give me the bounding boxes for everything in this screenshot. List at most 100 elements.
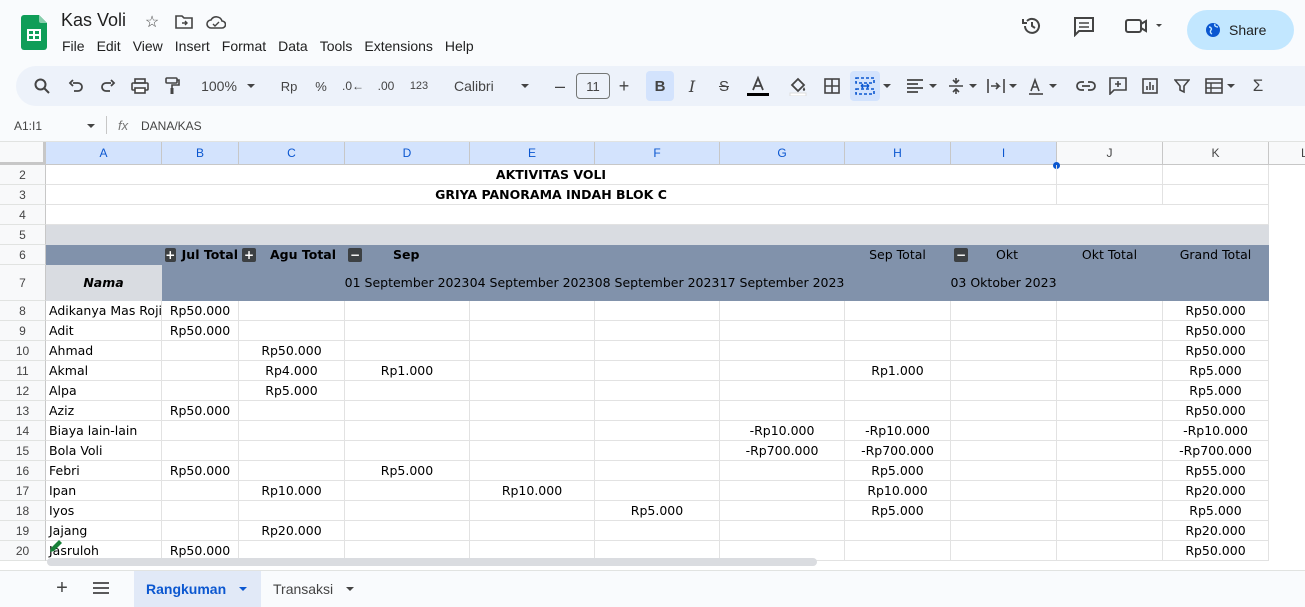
amount-cell[interactable] — [720, 481, 845, 501]
amount-cell[interactable] — [595, 481, 720, 501]
amount-cell[interactable]: Rp10.000 — [470, 481, 595, 501]
amount-cell[interactable] — [162, 381, 239, 401]
column-header-h[interactable]: H — [845, 142, 951, 165]
decrease-decimal-button[interactable]: .0← — [341, 66, 365, 106]
menu-extensions[interactable]: Extensions — [358, 37, 438, 55]
amount-cell[interactable]: -Rp10.000 — [845, 421, 951, 441]
amount-cell[interactable]: Rp5.000 — [1163, 381, 1269, 401]
amount-cell[interactable] — [470, 401, 595, 421]
menu-tools[interactable]: Tools — [314, 37, 359, 55]
amount-cell[interactable] — [595, 401, 720, 421]
amount-cell[interactable]: Rp50.000 — [162, 321, 239, 341]
amount-cell[interactable] — [720, 321, 845, 341]
amount-cell[interactable] — [345, 301, 470, 321]
sheets-logo-icon[interactable] — [21, 15, 47, 50]
pivot-filler-row[interactable] — [46, 225, 1269, 245]
amount-cell[interactable]: Rp50.000 — [162, 461, 239, 481]
column-header-b[interactable]: B — [162, 142, 239, 165]
amount-cell[interactable]: -Rp700.000 — [720, 441, 845, 461]
amount-cell[interactable] — [951, 361, 1057, 381]
insert-comment-icon[interactable] — [1106, 66, 1130, 106]
amount-cell[interactable] — [720, 381, 845, 401]
pivot-date-cell[interactable]: 17 September 2023 — [720, 265, 845, 301]
text-rotation-icon[interactable] — [1024, 66, 1048, 106]
pivot-date-cell[interactable] — [239, 265, 345, 301]
expand-plus-icon[interactable]: + — [165, 247, 176, 262]
name-cell[interactable]: Febri — [46, 461, 162, 481]
amount-cell[interactable] — [239, 301, 345, 321]
amount-cell[interactable] — [162, 481, 239, 501]
pivot-header-okt[interactable]: − Okt — [951, 245, 1057, 265]
bold-icon[interactable]: B — [646, 71, 674, 101]
amount-cell[interactable] — [162, 521, 239, 541]
amount-cell[interactable]: Rp20.000 — [1163, 521, 1269, 541]
italic-icon[interactable]: I — [680, 66, 704, 106]
amount-cell[interactable] — [951, 521, 1057, 541]
cell[interactable] — [1057, 185, 1163, 205]
all-sheets-icon[interactable] — [92, 581, 110, 600]
name-cell[interactable]: Biaya lain-lain — [46, 421, 162, 441]
insert-chart-icon[interactable] — [1138, 66, 1162, 106]
amount-cell[interactable]: Rp50.000 — [1163, 321, 1269, 341]
amount-cell[interactable]: Rp20.000 — [1163, 481, 1269, 501]
collapse-minus-icon[interactable]: − — [954, 247, 968, 262]
amount-cell[interactable] — [1057, 301, 1163, 321]
amount-cell[interactable] — [345, 341, 470, 361]
amount-cell[interactable]: Rp50.000 — [1163, 401, 1269, 421]
collapse-minus-icon[interactable]: − — [348, 247, 362, 262]
amount-cell[interactable] — [345, 481, 470, 501]
undo-icon[interactable] — [64, 66, 88, 106]
amount-cell[interactable] — [720, 461, 845, 481]
cloud-status-icon[interactable] — [205, 12, 227, 32]
amount-cell[interactable] — [1057, 341, 1163, 361]
valign-chevron-down-icon[interactable] — [966, 66, 980, 106]
zoom-chevron-down-icon[interactable] — [244, 66, 258, 106]
vertical-align-icon[interactable] — [944, 66, 968, 106]
font-family-select[interactable]: Calibri — [446, 66, 526, 106]
amount-cell[interactable] — [162, 341, 239, 361]
amount-cell[interactable] — [845, 301, 951, 321]
amount-cell[interactable]: Rp5.000 — [345, 461, 470, 481]
amount-cell[interactable] — [595, 521, 720, 541]
amount-cell[interactable]: Rp50.000 — [162, 401, 239, 421]
amount-cell[interactable] — [470, 461, 595, 481]
amount-cell[interactable] — [345, 521, 470, 541]
amount-cell[interactable] — [951, 381, 1057, 401]
amount-cell[interactable] — [239, 441, 345, 461]
amount-cell[interactable] — [845, 381, 951, 401]
amount-cell[interactable] — [1057, 381, 1163, 401]
row-header[interactable]: 14 — [0, 421, 46, 441]
amount-cell[interactable] — [239, 401, 345, 421]
share-button[interactable]: Share — [1187, 10, 1294, 50]
amount-cell[interactable] — [951, 421, 1057, 441]
name-cell[interactable]: Akmal — [46, 361, 162, 381]
select-all-corner[interactable] — [0, 142, 46, 165]
amount-cell[interactable] — [162, 441, 239, 461]
column-header-a[interactable]: A — [46, 142, 162, 165]
strikethrough-icon[interactable]: S — [712, 66, 736, 106]
amount-cell[interactable] — [162, 501, 239, 521]
decrease-font-size-icon[interactable]: – — [550, 66, 570, 106]
row-header[interactable]: 5 — [0, 225, 46, 245]
horizontal-scrollbar[interactable] — [47, 558, 817, 566]
amount-cell[interactable]: Rp1.000 — [845, 361, 951, 381]
pivot-date-cell[interactable] — [1163, 265, 1269, 301]
name-box-chevron-down-icon[interactable] — [86, 123, 96, 129]
amount-cell[interactable]: Rp5.000 — [845, 501, 951, 521]
amount-cell[interactable] — [1057, 521, 1163, 541]
amount-cell[interactable] — [470, 341, 595, 361]
expand-plus-icon[interactable]: + — [242, 247, 256, 262]
amount-cell[interactable]: Rp1.000 — [345, 361, 470, 381]
name-cell[interactable]: Adit — [46, 321, 162, 341]
amount-cell[interactable] — [470, 361, 595, 381]
row-header[interactable]: 11 — [0, 361, 46, 381]
column-header-d[interactable]: D — [345, 142, 470, 165]
amount-cell[interactable] — [720, 361, 845, 381]
row-header[interactable]: 2 — [0, 165, 46, 185]
amount-cell[interactable] — [595, 381, 720, 401]
amount-cell[interactable]: -Rp10.000 — [1163, 421, 1269, 441]
row-header[interactable]: 4 — [0, 205, 46, 225]
text-color-icon[interactable] — [744, 66, 772, 106]
amount-cell[interactable]: Rp55.000 — [1163, 461, 1269, 481]
amount-cell[interactable]: Rp10.000 — [845, 481, 951, 501]
